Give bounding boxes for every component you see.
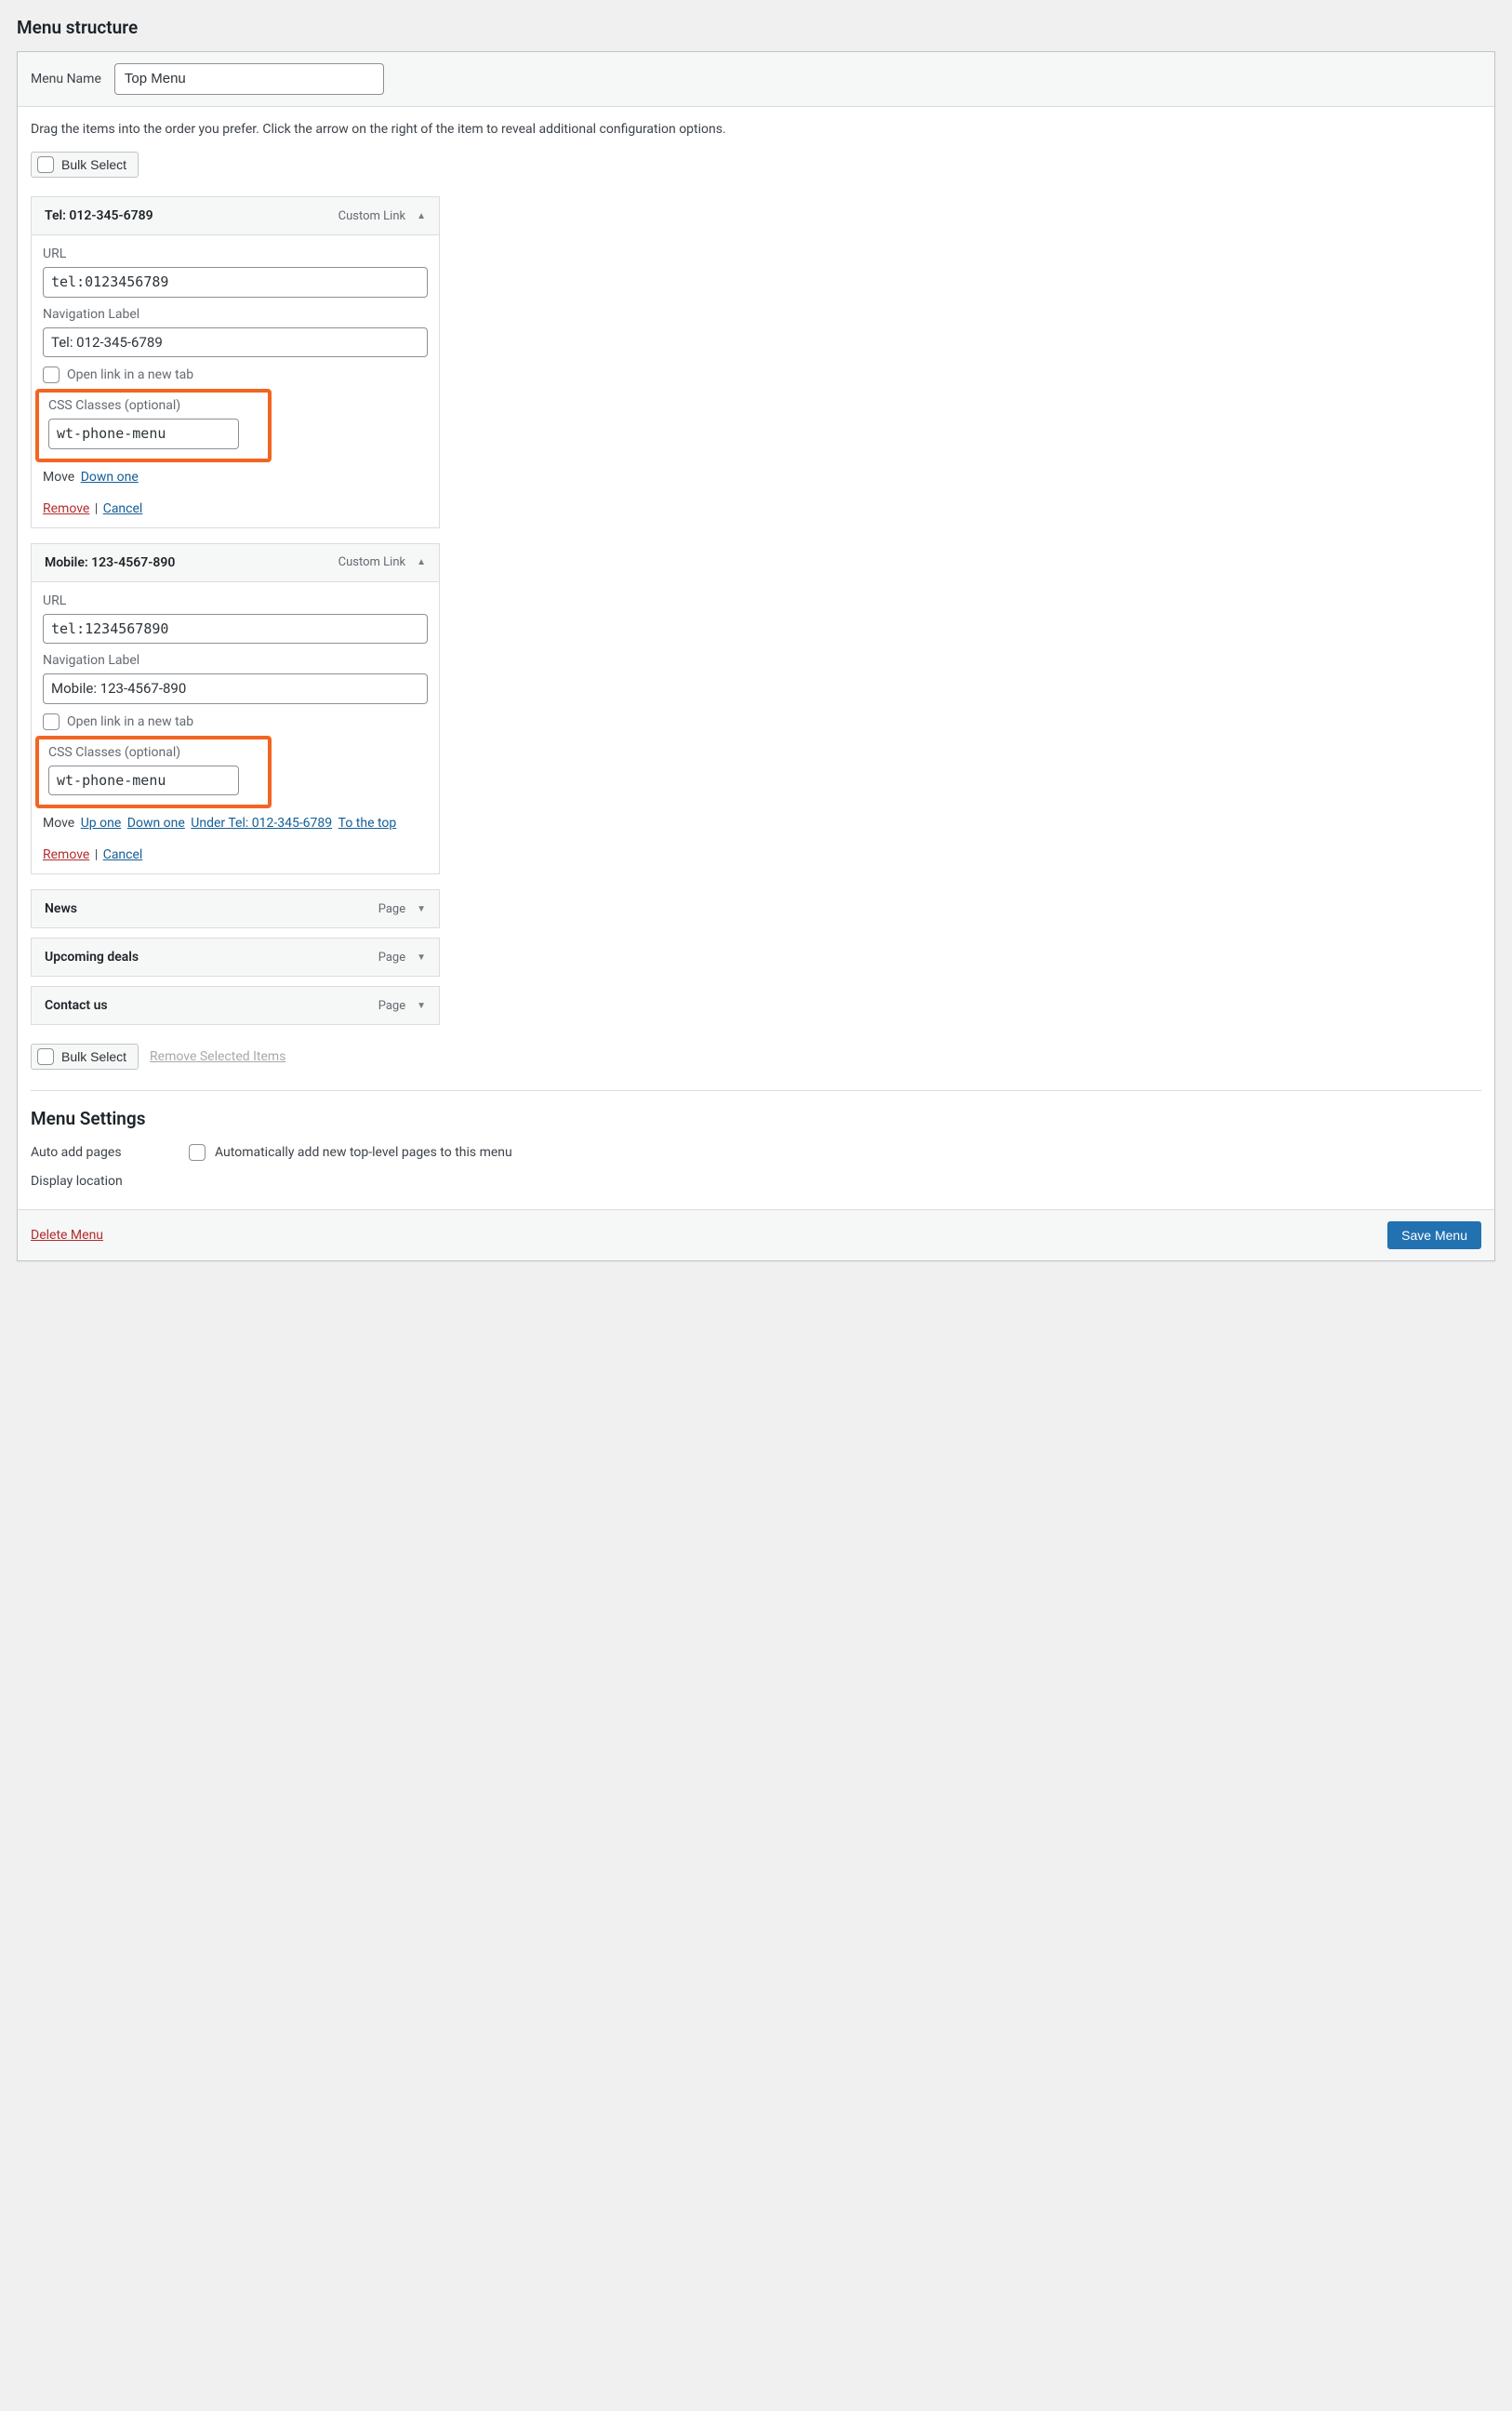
cancel-link-mobile[interactable]: Cancel (103, 847, 143, 862)
panel-body: Drag the items into the order you prefer… (18, 107, 1494, 1189)
move-to-top-link[interactable]: To the top (338, 816, 397, 831)
item-bar-tel[interactable]: Tel: 012-345-6789 Custom Link ▲ (31, 196, 440, 235)
chevron-down-icon[interactable]: ▼ (417, 952, 426, 963)
divider (31, 1090, 1481, 1091)
move-down-link[interactable]: Down one (127, 816, 185, 831)
css-classes-highlight-mobile: CSS Classes (optional) (35, 736, 272, 809)
move-row-mobile: Move Up one Down one Under Tel: 012-345-… (43, 816, 428, 831)
item-title: News (45, 901, 378, 916)
item-bar-upcoming-deals[interactable]: Upcoming deals Page ▼ (31, 938, 440, 977)
url-label: URL (43, 246, 428, 261)
css-classes-highlight-tel: CSS Classes (optional) (35, 389, 272, 462)
panel-header: Menu Name (18, 52, 1494, 107)
css-classes-input-tel[interactable] (48, 419, 239, 449)
item-title: Mobile: 123-4567-890 (45, 555, 338, 570)
delete-menu-link[interactable]: Delete Menu (31, 1228, 103, 1243)
instructions-text: Drag the items into the order you prefer… (31, 122, 1481, 137)
remove-selected-link[interactable]: Remove Selected Items (150, 1049, 285, 1064)
item-bar-contact-us[interactable]: Contact us Page ▼ (31, 986, 440, 1025)
auto-add-pages-checkbox[interactable] (189, 1144, 206, 1161)
item-title: Contact us (45, 998, 378, 1013)
css-classes-label: CSS Classes (optional) (48, 398, 259, 413)
menu-item-tel[interactable]: Tel: 012-345-6789 Custom Link ▲ URL Navi… (31, 196, 440, 528)
item-type-label: Custom Link (338, 209, 405, 223)
menu-structure-panel: Menu Name Drag the items into the order … (17, 51, 1495, 1261)
remove-link-mobile[interactable]: Remove (43, 847, 89, 862)
move-under-link[interactable]: Under Tel: 012-345-6789 (191, 816, 332, 831)
save-menu-button[interactable]: Save Menu (1387, 1221, 1481, 1249)
move-label: Move (43, 470, 74, 485)
url-input-tel[interactable] (43, 267, 428, 298)
menu-item-mobile[interactable]: Mobile: 123-4567-890 Custom Link ▲ URL N… (31, 543, 440, 875)
bulk-select-button-top[interactable]: Bulk Select (31, 152, 139, 178)
chevron-down-icon[interactable]: ▼ (417, 1001, 426, 1011)
bulk-select-checkbox-bottom[interactable] (37, 1048, 54, 1065)
item-title: Tel: 012-345-6789 (45, 208, 338, 223)
menu-name-label: Menu Name (31, 72, 101, 87)
menu-item-contact-us[interactable]: Contact us Page ▼ (31, 986, 440, 1025)
cancel-link-tel[interactable]: Cancel (103, 501, 143, 516)
menu-item-upcoming-deals[interactable]: Upcoming deals Page ▼ (31, 938, 440, 977)
display-location-label: Display location (31, 1174, 179, 1189)
menu-name-input[interactable] (114, 63, 384, 95)
panel-footer: Delete Menu Save Menu (18, 1209, 1494, 1260)
page-heading: Menu structure (17, 17, 1495, 38)
item-type-label: Custom Link (338, 555, 405, 569)
chevron-up-icon[interactable]: ▲ (417, 557, 426, 567)
auto-add-pages-label: Auto add pages (31, 1145, 179, 1160)
item-type-label: Page (378, 902, 405, 916)
move-row-tel: Move Down one (43, 470, 428, 485)
move-label: Move (43, 816, 74, 831)
move-up-link[interactable]: Up one (81, 816, 122, 831)
bulk-select-label: Bulk Select (61, 157, 126, 172)
item-bar-news[interactable]: News Page ▼ (31, 889, 440, 928)
menu-settings-heading: Menu Settings (31, 1108, 1481, 1129)
nav-label-input-mobile[interactable] (43, 673, 428, 704)
item-settings-mobile: URL Navigation Label Open link in a new … (31, 582, 440, 875)
chevron-up-icon[interactable]: ▲ (417, 211, 426, 221)
bulk-select-checkbox-top[interactable] (37, 156, 54, 173)
item-bar-mobile[interactable]: Mobile: 123-4567-890 Custom Link ▲ (31, 543, 440, 582)
move-down-link[interactable]: Down one (81, 470, 139, 485)
nav-label-input-tel[interactable] (43, 327, 428, 358)
nav-label-label: Navigation Label (43, 653, 428, 668)
item-type-label: Page (378, 999, 405, 1013)
auto-add-pages-description: Automatically add new top-level pages to… (215, 1145, 512, 1160)
chevron-down-icon[interactable]: ▼ (417, 904, 426, 914)
css-classes-input-mobile[interactable] (48, 766, 239, 796)
nav-label-label: Navigation Label (43, 307, 428, 322)
url-input-mobile[interactable] (43, 614, 428, 645)
css-classes-label: CSS Classes (optional) (48, 745, 259, 760)
new-tab-checkbox-mobile[interactable] (43, 713, 60, 730)
bulk-select-button-bottom[interactable]: Bulk Select (31, 1044, 139, 1070)
new-tab-label: Open link in a new tab (67, 367, 193, 382)
new-tab-checkbox-tel[interactable] (43, 366, 60, 383)
item-type-label: Page (378, 951, 405, 965)
display-location-row: Display location (31, 1174, 1481, 1189)
auto-add-pages-row: Auto add pages Automatically add new top… (31, 1144, 1481, 1161)
new-tab-label: Open link in a new tab (67, 714, 193, 729)
item-settings-tel: URL Navigation Label Open link in a new … (31, 235, 440, 528)
item-title: Upcoming deals (45, 950, 378, 965)
remove-link-tel[interactable]: Remove (43, 501, 89, 516)
bulk-select-label: Bulk Select (61, 1049, 126, 1064)
url-label: URL (43, 593, 428, 608)
menu-item-news[interactable]: News Page ▼ (31, 889, 440, 928)
